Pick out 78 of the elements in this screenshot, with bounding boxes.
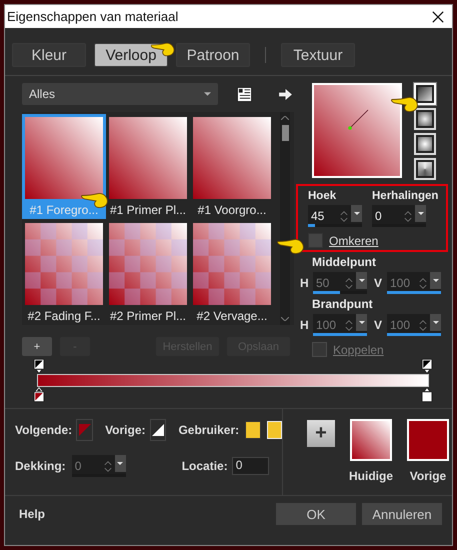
chevron-up-icon[interactable]	[281, 116, 289, 120]
linear-style-button[interactable]	[414, 83, 436, 105]
swatch-label: Huidige	[349, 469, 393, 483]
ok-button[interactable]: OK	[276, 503, 356, 525]
axis-label: H	[300, 318, 310, 332]
field-label: Gebruiker:	[178, 423, 240, 437]
previous-material-swatch[interactable]	[407, 419, 449, 461]
spinner-arrows-icon[interactable]	[340, 210, 348, 222]
next-color-button[interactable]	[76, 419, 94, 441]
spin-field[interactable]: 45	[308, 205, 362, 227]
spin-field[interactable]: 0	[372, 205, 426, 227]
tab[interactable]: Textuur	[281, 43, 355, 67]
caret-icon	[432, 321, 438, 324]
category-dropdown[interactable]: Alles	[22, 83, 218, 105]
field-label: Volgende:	[15, 423, 72, 437]
add-button[interactable]: +	[307, 420, 335, 447]
dropdown-button[interactable]	[351, 205, 362, 222]
tab[interactable]: Verloop	[94, 43, 168, 67]
group-label: Middelpunt	[312, 255, 377, 269]
sunburst-style-button[interactable]	[414, 133, 436, 155]
spinner-arrows-icon[interactable]	[104, 460, 112, 472]
list-view-icon[interactable]	[237, 86, 252, 102]
field-label: Vorige:	[105, 423, 146, 437]
radial-style-button[interactable]	[414, 158, 436, 180]
opacity-stop-icon[interactable]	[33, 359, 45, 374]
scrollbar[interactable]	[280, 112, 290, 325]
location-field[interactable]: 0	[232, 457, 269, 475]
caret-icon	[432, 279, 438, 282]
gradient-swatch[interactable]: #2 Fading F...	[22, 220, 106, 325]
user-color-swatch[interactable]	[245, 421, 261, 439]
gradient-swatch[interactable]: #2 Vervage...	[190, 220, 274, 325]
dropdown-button[interactable]	[415, 205, 426, 222]
opacity-spin-field[interactable]: 0	[72, 455, 126, 477]
help-link[interactable]: Help	[19, 507, 270, 521]
checkbox[interactable]	[308, 233, 323, 248]
checkbox-label: Omkeren	[329, 234, 378, 248]
spinner-arrows-icon[interactable]	[404, 210, 412, 222]
list-button[interactable]: +	[22, 337, 52, 356]
angle-handle-icon[interactable]	[347, 107, 371, 131]
caret-icon	[418, 212, 424, 215]
caret-icon	[354, 212, 360, 215]
field-label: Dekking:	[15, 459, 66, 473]
gradient-swatch[interactable]: #1 Primer Pl...	[106, 114, 190, 219]
group-label: Brandpunt	[312, 297, 374, 311]
axis-label: H	[300, 276, 310, 290]
gradient-swatch[interactable]: #2 Primer Pl...	[106, 220, 190, 325]
pointing-hand-icon	[391, 95, 419, 113]
tab[interactable]: Kleur	[12, 43, 86, 67]
gradient-bar[interactable]	[37, 374, 429, 387]
color-stop-icon[interactable]	[33, 387, 45, 402]
triangle-icon	[152, 424, 164, 436]
field-label: Locatie:	[182, 459, 228, 473]
rectangular-style-button[interactable]	[414, 108, 436, 130]
swatch-label: Vorige	[410, 469, 446, 483]
pointing-hand-icon	[277, 237, 305, 255]
gradient-swatch[interactable]: #1 Voorgro...	[190, 114, 274, 219]
checkbox-label: Koppelen	[333, 342, 384, 356]
color-stop-icon[interactable]	[421, 387, 433, 402]
scroll-thumb[interactable]	[282, 125, 288, 141]
arrow-right-icon[interactable]	[279, 88, 292, 100]
caret-icon	[117, 462, 124, 465]
cancel-button[interactable]: Annuleren	[362, 503, 442, 525]
triangle-icon	[78, 424, 91, 436]
chevron-down-icon[interactable]	[281, 317, 289, 321]
field-label: Hoek	[308, 190, 338, 202]
close-icon[interactable]	[432, 10, 444, 22]
previous-color-button[interactable]	[150, 419, 166, 441]
dropdown-button[interactable]	[114, 455, 126, 472]
caret-icon	[204, 92, 211, 96]
current-material-swatch[interactable]	[350, 419, 392, 461]
axis-label: V	[374, 276, 384, 290]
opacity-stop-icon[interactable]	[421, 359, 433, 374]
caret-icon	[358, 279, 364, 282]
window-title: Eigenschappen van materiaal	[7, 9, 180, 24]
caret-icon	[358, 321, 364, 324]
axis-label: V	[374, 318, 384, 332]
tab[interactable]: Patroon	[176, 43, 250, 67]
gradient-preview[interactable]	[312, 83, 402, 178]
